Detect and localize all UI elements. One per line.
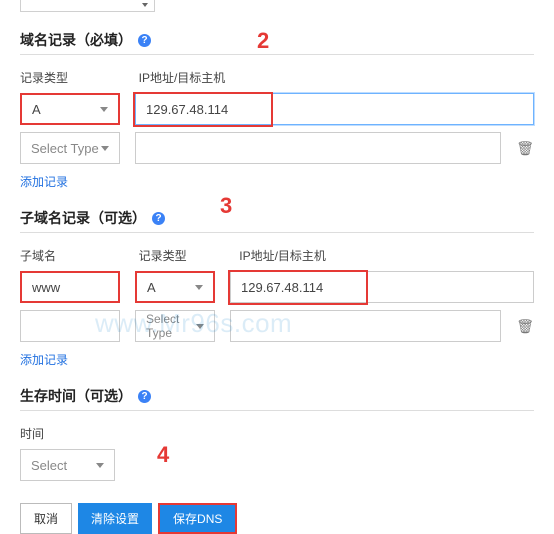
ip-input-1[interactable]: 129.67.48.114 (135, 93, 534, 125)
ttl-header: 生存时间（可选） ? (20, 386, 534, 411)
chevron-down-icon (100, 107, 108, 112)
help-icon[interactable]: ? (152, 212, 165, 225)
trash-icon[interactable]: 🗑 (516, 318, 534, 335)
subdomain-input-1[interactable]: www (20, 271, 120, 303)
chevron-down-icon (96, 463, 104, 468)
chevron-down-icon (195, 285, 203, 290)
subdomain-input-2[interactable] (20, 310, 120, 342)
record-type-select-1[interactable]: A (20, 93, 120, 125)
subdomain-value-1: www (32, 280, 60, 295)
label-subdomain: 子域名 (20, 247, 135, 264)
subdomain-records-header: 子域名记录（可选） ? (20, 208, 534, 233)
callout-2: 2 (257, 28, 269, 54)
ip-value-1: 129.67.48.114 (146, 102, 228, 117)
cancel-button[interactable]: 取消 (20, 503, 72, 534)
trash-icon[interactable]: 🗑 (516, 140, 534, 157)
record-type-value-1: A (32, 102, 41, 117)
help-icon[interactable]: ? (138, 390, 151, 403)
sub-record-type-value-2: Select Type (146, 312, 196, 340)
chevron-down-icon (101, 146, 109, 151)
callout-3: 3 (220, 193, 232, 219)
subdomain-records-title: 子域名记录（可选） (20, 208, 146, 228)
add-record-link-subdomain[interactable]: 添加记录 (20, 351, 68, 368)
ttl-title: 生存时间（可选） (20, 386, 132, 406)
action-buttons: 取消 清除设置 保存DNS (20, 503, 534, 534)
chevron-down-icon (142, 3, 148, 7)
sub-record-type-select-1[interactable]: A (135, 271, 215, 303)
record-type-value-2: Select Type (31, 141, 99, 156)
label-record-type-sub: 记录类型 (139, 247, 236, 264)
sub-record-type-value-1: A (147, 280, 156, 295)
ttl-select[interactable]: Select (20, 449, 115, 481)
label-record-type: 记录类型 (20, 69, 135, 86)
label-ip-address: IP地址/目标主机 (139, 69, 226, 86)
top-collapsed-select[interactable] (20, 0, 155, 12)
save-dns-button[interactable]: 保存DNS (158, 503, 237, 534)
sub-record-type-select-2[interactable]: Select Type (135, 310, 215, 342)
ttl-select-value: Select (31, 458, 67, 473)
add-record-link-domain[interactable]: 添加记录 (20, 173, 68, 190)
label-ip-address-sub: IP地址/目标主机 (239, 247, 326, 264)
sub-ip-value-1: 129.67.48.114 (241, 280, 323, 295)
help-icon[interactable]: ? (138, 34, 151, 47)
record-type-select-2[interactable]: Select Type (20, 132, 120, 164)
sub-ip-input-2[interactable] (230, 310, 501, 342)
domain-records-header: 域名记录（必填） ? (20, 30, 534, 55)
label-time: 时间 (20, 425, 44, 442)
clear-settings-button[interactable]: 清除设置 (78, 503, 152, 534)
domain-records-title: 域名记录（必填） (20, 30, 132, 50)
chevron-down-icon (196, 324, 204, 329)
ip-input-2[interactable] (135, 132, 501, 164)
sub-ip-input-1[interactable]: 129.67.48.114 (230, 271, 534, 303)
callout-4: 4 (157, 442, 169, 468)
